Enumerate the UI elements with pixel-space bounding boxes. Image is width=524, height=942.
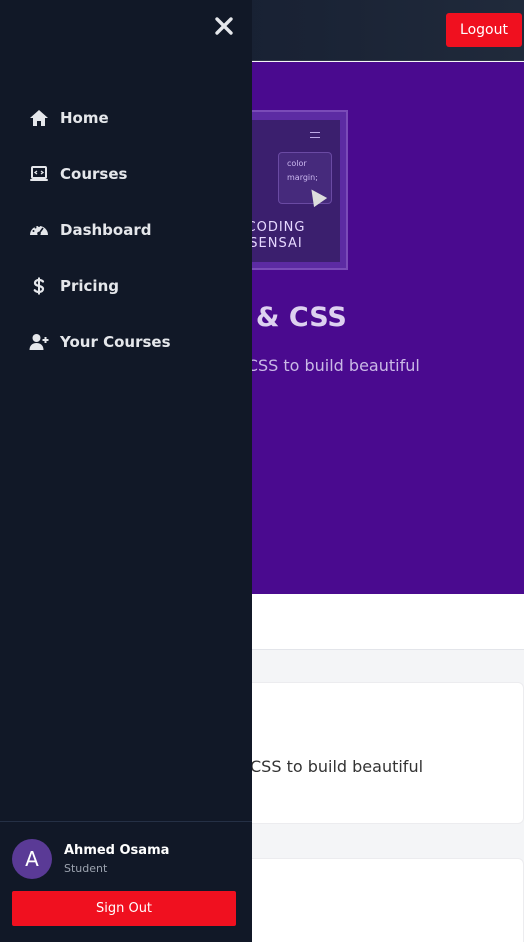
code-line: margin; <box>287 173 318 182</box>
logout-button[interactable]: Logout <box>446 13 522 47</box>
sidebar-item-home[interactable]: Home <box>0 90 252 146</box>
user-profile: A Ahmed Osama Student Sign Out <box>0 821 252 942</box>
home-icon <box>28 108 50 128</box>
user-name: Ahmed Osama <box>64 843 170 858</box>
sign-out-button[interactable]: Sign Out <box>12 891 236 926</box>
sidebar-item-label: Home <box>60 109 109 127</box>
laptop-code-icon <box>28 164 50 184</box>
sidebar-item-dashboard[interactable]: Dashboard <box>0 202 252 258</box>
sidebar-item-your-courses[interactable]: Your Courses <box>0 314 252 370</box>
sidebar-item-label: Courses <box>60 165 128 183</box>
sidebar-item-label: Dashboard <box>60 221 152 239</box>
sidebar-item-pricing[interactable]: Pricing <box>0 258 252 314</box>
hamburger-icon <box>310 132 320 138</box>
dollar-icon <box>28 276 50 296</box>
sidebar-nav: Home Courses Dashboard Pricing Your Cour… <box>0 90 252 370</box>
close-sidebar-button[interactable] <box>212 14 236 38</box>
gauge-icon <box>28 220 50 240</box>
user-role: Student <box>64 862 108 875</box>
avatar: A <box>12 839 52 879</box>
sidebar-item-courses[interactable]: Courses <box>0 146 252 202</box>
code-line: color <box>287 159 307 168</box>
sidebar-item-label: Pricing <box>60 277 119 295</box>
user-plus-icon <box>28 332 50 352</box>
sidebar-drawer: Home Courses Dashboard Pricing Your Cour… <box>0 0 252 942</box>
close-icon <box>215 17 233 35</box>
sidebar-item-label: Your Courses <box>60 333 171 351</box>
